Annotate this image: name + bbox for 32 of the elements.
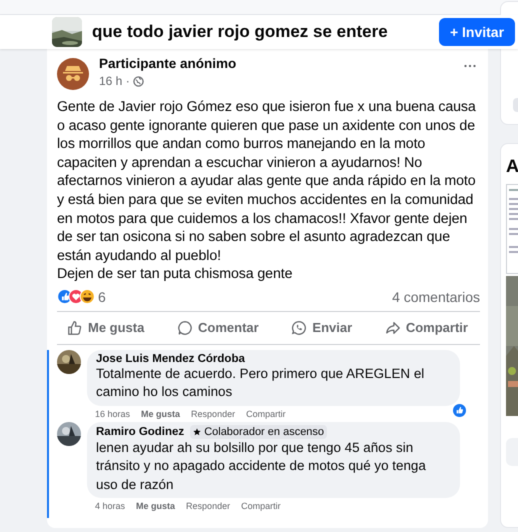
reaction-count[interactable]: 6 xyxy=(98,288,392,305)
anonymous-avatar-icon xyxy=(57,58,89,90)
comment-text: Totalmente de acuerdo. Pero primero que AREGLEN el camino ho los caminos xyxy=(96,364,426,402)
share-link[interactable]: Compartir xyxy=(246,408,286,419)
commenter-name[interactable]: Ramiro Godinez xyxy=(96,426,184,438)
author-name[interactable]: Participante anónimo xyxy=(99,56,464,71)
commenter-name[interactable]: Jose Luis Mendez Córdoba xyxy=(96,352,245,365)
share-arrow-icon xyxy=(384,320,401,336)
comment-time[interactable]: 4 horas xyxy=(95,501,126,512)
invite-button[interactable]: + Invitar xyxy=(439,18,515,46)
like-link[interactable]: Me gusta xyxy=(141,408,180,419)
phone-bubble-icon xyxy=(291,320,308,336)
post-text: Gente de Javier rojo Gómez eso que isieron fue x una buena causa o acaso gente ignorante quieren que pase un axidente con unos de los morrillos que andan como burros manejando en la moto capaciten y aprendan a escuchar vinieron a ayudarnos! No afectarnos vinieron a ayudar alas gente que anda rápido en la moto y está bien para que se eviten muchos accidentes en la comunidad en motos para que cuidemos a los chamacos!! Xfavor gente dejen de ser tan osicona si no saben sobre el asunto agradezcan que están ayudando al pueblo! Dejen de ser tan puta chismosa gente xyxy=(57,98,477,284)
comment-text: lenen ayudar ah su bolsillo por que tengo 45 años sin tránsito y no apagado accidente de motos qué yo tenga uso de razón xyxy=(96,438,427,494)
comment-count[interactable]: 4 comentarios xyxy=(392,288,480,305)
contributor-badge: Colaborador en ascenso xyxy=(190,424,328,439)
reply-link[interactable]: Responder xyxy=(186,501,230,512)
comment-time[interactable]: 16 horas xyxy=(95,408,130,419)
speech-bubble-icon xyxy=(177,320,194,336)
like-link[interactable]: Me gusta xyxy=(136,501,176,512)
post-time[interactable]: 16 h · xyxy=(99,74,130,88)
like-button[interactable]: Me gusta xyxy=(63,318,148,338)
more-options-icon[interactable] xyxy=(464,64,476,68)
thumbs-up-icon xyxy=(67,320,83,336)
globe-icon xyxy=(132,76,144,86)
share-link[interactable]: Compartir xyxy=(241,501,281,512)
comment-button[interactable]: Comentar xyxy=(173,318,263,338)
share-button[interactable]: Compartir xyxy=(380,318,472,338)
reactions-icon[interactable] xyxy=(57,289,95,304)
group-title[interactable]: que todo javier rojo gomez se entere xyxy=(92,22,439,42)
send-button[interactable]: Enviar xyxy=(287,318,356,338)
reply-link[interactable]: Responder xyxy=(191,408,236,419)
